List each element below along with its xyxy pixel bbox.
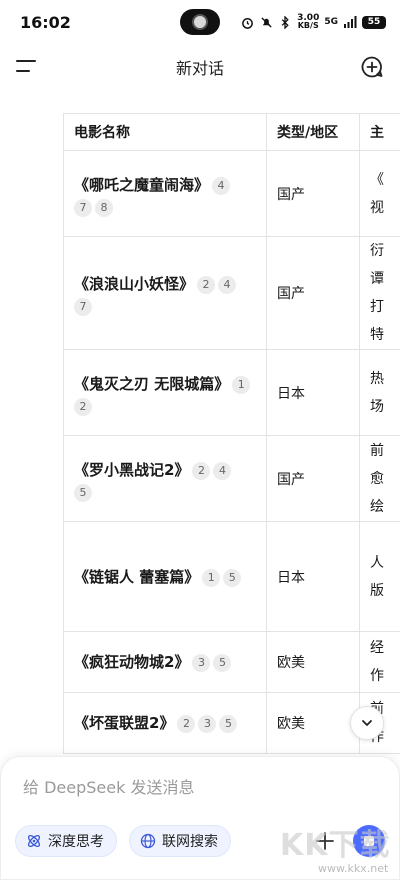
citation-badge[interactable]: 4 <box>213 461 232 480</box>
movie-name-cell: 《鬼灭之刃 无限城篇》 1 2 <box>63 349 267 436</box>
movie-desc: 经 作 <box>370 640 384 684</box>
movie-title: 《链锯人 蕾塞篇》 <box>74 567 200 586</box>
movie-desc: 《 视 <box>370 171 384 216</box>
table-row: 《哪吒之魔童闹海》 4 7 8 国产 《 视 <box>63 150 400 237</box>
movie-desc-cell: 《 视 <box>359 150 400 237</box>
citation-badge[interactable]: 2 <box>197 276 216 294</box>
table-row: 《鬼灭之刃 无限城篇》 1 2 日本 热 场 <box>63 349 400 436</box>
movie-desc: 衍 谭 打 特 <box>370 243 384 343</box>
deep-think-toggle[interactable]: 深度思考 <box>15 825 117 857</box>
citation-badge[interactable]: 5 <box>74 483 92 502</box>
movie-title: 《浪浪山小妖怪》 <box>74 275 195 293</box>
new-chat-icon[interactable] <box>360 55 384 79</box>
column-header-type: 类型/地区 <box>266 113 360 151</box>
citation-badge[interactable]: 2 <box>74 397 92 416</box>
citation-badge[interactable]: 2 <box>192 461 211 480</box>
movie-desc-cell: 人 版 <box>359 521 400 632</box>
citation-badge[interactable]: 4 <box>212 176 231 195</box>
web-search-toggle[interactable]: 联网搜索 <box>129 825 231 857</box>
movie-table: 电影名称 类型/地区 主 《哪吒之魔童闹海》 4 7 8 国产 《 视 《浪浪山小妖怪… <box>63 113 400 754</box>
movie-title: 《罗小黑战记2》 <box>74 460 190 479</box>
bluetooth-icon <box>278 15 292 29</box>
network-speed: 3.00 KB/S <box>297 13 320 30</box>
watermark-url: www.kkx.net <box>318 862 389 875</box>
alarm-icon <box>240 15 254 29</box>
movie-name-cell: 《坏蛋联盟2》 2 3 5 <box>63 692 267 754</box>
chevron-down-icon <box>362 720 372 726</box>
movie-desc-cell: 热 场 <box>359 349 400 436</box>
page-title: 新对话 <box>175 59 224 78</box>
atom-icon <box>27 834 41 848</box>
status-icons: 3.00 KB/S 5G 55 <box>240 14 386 30</box>
table-row: 《罗小黑战记2》 2 4 5 国产 前 愈 绘 <box>63 435 400 522</box>
movie-title: 《坏蛋联盟2》 <box>74 714 175 732</box>
camera-pill <box>180 9 220 35</box>
movie-title: 《哪吒之魔童闹海》 <box>74 175 210 194</box>
column-header-name: 电影名称 <box>63 113 267 151</box>
citation-badge[interactable]: 2 <box>177 715 196 733</box>
movie-type-cell: 欧美 <box>266 631 360 693</box>
movie-type-cell: 国产 <box>266 435 360 522</box>
movie-type-cell: 国产 <box>266 150 360 237</box>
movie-name-cell: 《哪吒之魔童闹海》 4 7 8 <box>63 150 267 237</box>
web-search-label: 联网搜索 <box>162 834 218 850</box>
table-header-row: 电影名称 类型/地区 主 <box>63 113 400 151</box>
movie-desc: 人 版 <box>370 554 384 599</box>
movie-name-cell: 《疯狂动物城2》 3 5 <box>63 631 267 693</box>
signal-icon <box>343 15 357 29</box>
citation-badge[interactable]: 4 <box>218 276 237 294</box>
citation-badge[interactable]: 3 <box>192 654 211 672</box>
camera-icon <box>192 14 208 30</box>
movie-name-cell: 《罗小黑战记2》 2 4 5 <box>63 435 267 522</box>
movie-title: 《疯狂动物城2》 <box>74 653 190 671</box>
movie-table-container[interactable]: 电影名称 类型/地区 主 《哪吒之魔童闹海》 4 7 8 国产 《 视 《浪浪山小妖怪… <box>63 113 400 763</box>
movie-desc: 前 愈 绘 <box>370 442 384 515</box>
citation-badge[interactable]: 8 <box>95 198 113 217</box>
citation-badge[interactable]: 7 <box>74 198 92 217</box>
citation-badge[interactable]: 1 <box>232 375 251 394</box>
column-header-desc: 主 <box>359 113 400 151</box>
table-row: 《链锯人 蕾塞篇》 1 5 日本 人 版 <box>63 521 400 632</box>
movie-type-cell: 欧美 <box>266 692 360 754</box>
citation-badge[interactable]: 5 <box>223 568 242 587</box>
status-bar: 16:02 3.00 KB/S 5G 55 <box>0 0 400 44</box>
movie-desc-cell: 衍 谭 打 特 <box>359 236 400 350</box>
citation-badge[interactable]: 7 <box>74 298 92 316</box>
citation-badge[interactable]: 5 <box>213 654 232 672</box>
watermark-logo: KK下载 <box>280 828 391 863</box>
deep-think-label: 深度思考 <box>48 834 104 850</box>
citation-badge[interactable]: 5 <box>219 715 238 733</box>
status-time: 16:02 <box>20 12 71 32</box>
menu-icon[interactable] <box>16 56 40 78</box>
movie-title: 《鬼灭之刃 无限城篇》 <box>74 374 230 393</box>
movie-desc: 热 场 <box>370 370 384 415</box>
movie-name-cell: 《链锯人 蕾塞篇》 1 5 <box>63 521 267 632</box>
movie-type-cell: 日本 <box>266 521 360 632</box>
globe-icon <box>140 833 156 849</box>
network-type: 5G <box>324 17 338 27</box>
table-row: 《疯狂动物城2》 3 5 欧美 经 作 <box>63 631 400 693</box>
citation-badge[interactable]: 1 <box>202 568 221 587</box>
mute-icon <box>259 15 273 29</box>
movie-type-cell: 国产 <box>266 236 360 350</box>
movie-desc-cell: 经 作 <box>359 631 400 693</box>
battery-icon: 55 <box>362 15 386 29</box>
movie-type-cell: 日本 <box>266 349 360 436</box>
citation-badge[interactable]: 3 <box>198 715 217 733</box>
message-input[interactable] <box>23 775 343 799</box>
movie-name-cell: 《浪浪山小妖怪》 2 4 7 <box>63 236 267 350</box>
table-row: 《浪浪山小妖怪》 2 4 7 国产 衍 谭 打 特 <box>63 236 400 350</box>
scroll-to-bottom-button[interactable] <box>350 706 384 740</box>
app-header: 新对话 <box>0 44 400 90</box>
movie-desc-cell: 前 愈 绘 <box>359 435 400 522</box>
